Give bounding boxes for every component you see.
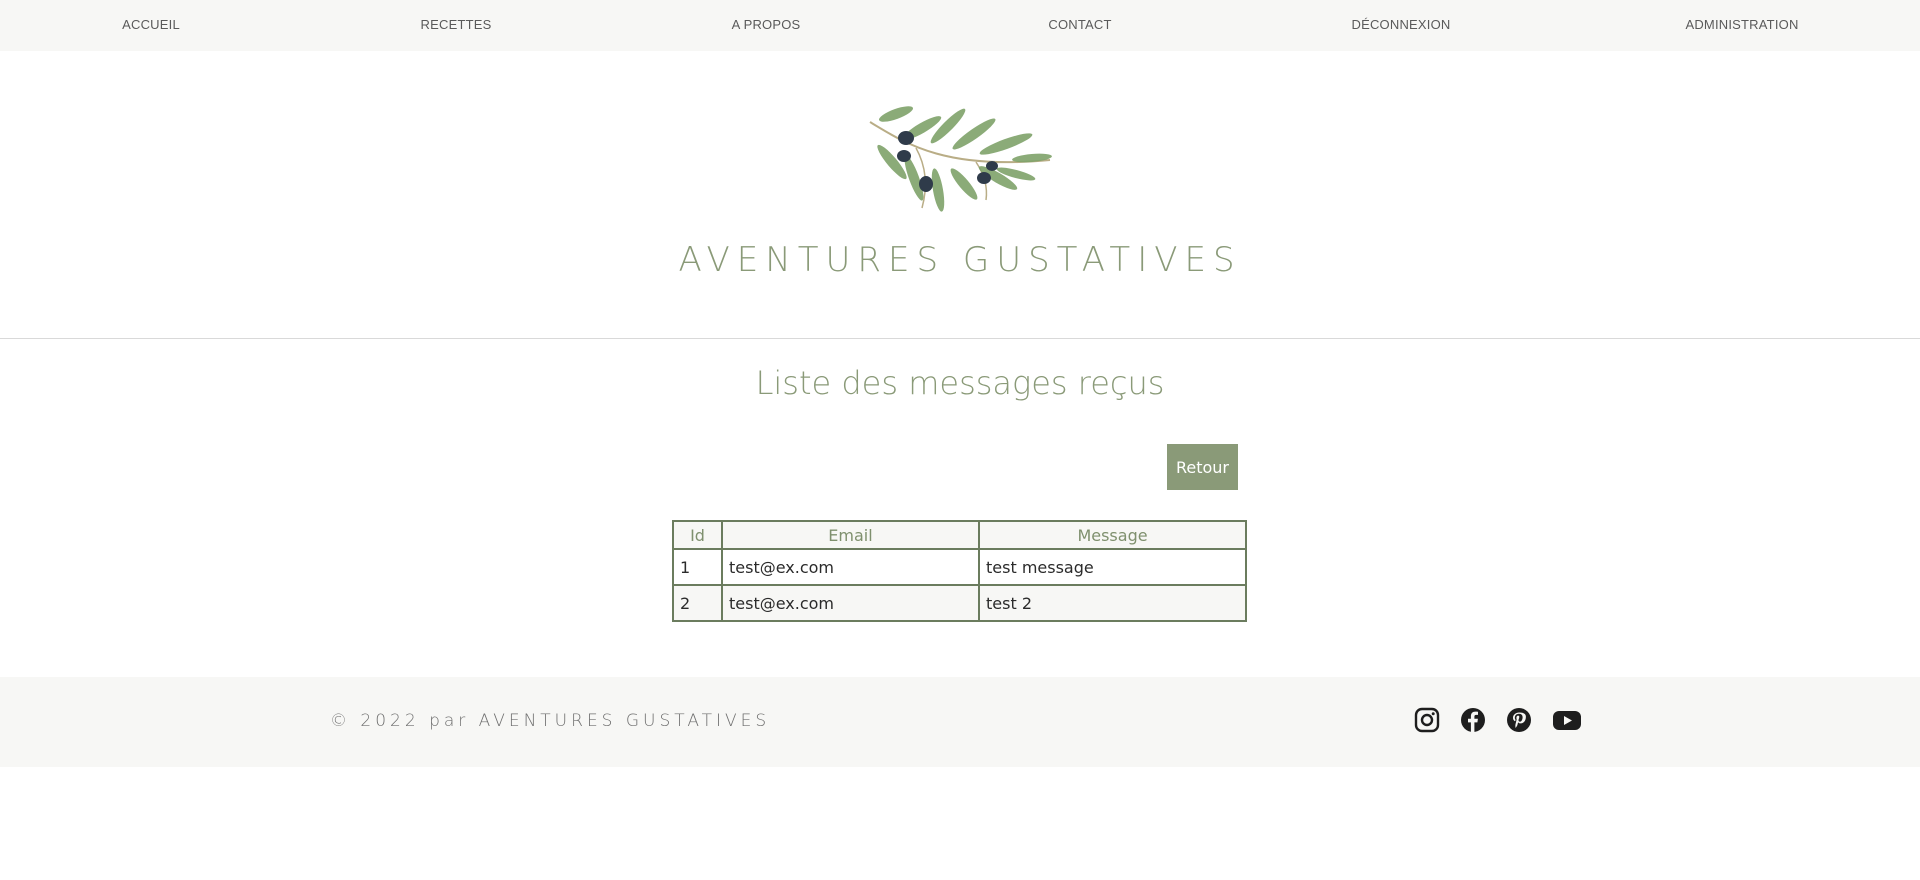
- nav-deconnexion[interactable]: DÉCONNEXION: [1352, 0, 1451, 51]
- footer: © 2022 par AVENTURES GUSTATIVES: [0, 677, 1920, 767]
- cell-email: test@ex.com: [721, 548, 980, 586]
- table-row: 1 test@ex.com test message: [672, 548, 1247, 586]
- page-title: Liste des messages reçus: [755, 364, 1165, 402]
- brand-title: AVENTURES GUSTATIVES: [678, 240, 1242, 280]
- instagram-icon[interactable]: [1414, 707, 1440, 733]
- cell-id: 2: [672, 584, 723, 622]
- table-row: 2 test@ex.com test 2: [672, 584, 1247, 622]
- cell-id: 1: [672, 548, 723, 586]
- nav-recettes[interactable]: RECETTES: [421, 0, 492, 51]
- nav-accueil[interactable]: ACCUEIL: [122, 0, 180, 51]
- nav-contact[interactable]: CONTACT: [1048, 0, 1111, 51]
- column-header-email: Email: [721, 520, 980, 550]
- nav-a-propos[interactable]: A PROPOS: [732, 0, 801, 51]
- top-nav: ACCUEIL RECETTES A PROPOS CONTACT DÉCONN…: [0, 0, 1920, 51]
- cell-message: test message: [978, 548, 1247, 586]
- header-divider: [0, 338, 1920, 339]
- youtube-icon[interactable]: [1552, 707, 1582, 733]
- messages-table: Id Email Message 1 test@ex.com test mess…: [672, 520, 1247, 622]
- back-button[interactable]: Retour: [1167, 444, 1238, 490]
- table-header-row: Id Email Message: [672, 520, 1247, 550]
- copyright-text: © 2022 par AVENTURES GUSTATIVES: [330, 711, 771, 731]
- facebook-icon[interactable]: [1460, 707, 1486, 733]
- olive-branch-icon: [866, 104, 1056, 214]
- column-header-id: Id: [672, 520, 723, 550]
- cell-email: test@ex.com: [721, 584, 980, 622]
- column-header-message: Message: [978, 520, 1247, 550]
- cell-message: test 2: [978, 584, 1247, 622]
- nav-administration[interactable]: ADMINISTRATION: [1685, 0, 1798, 51]
- pinterest-icon[interactable]: [1506, 707, 1532, 733]
- social-links: [1414, 707, 1582, 733]
